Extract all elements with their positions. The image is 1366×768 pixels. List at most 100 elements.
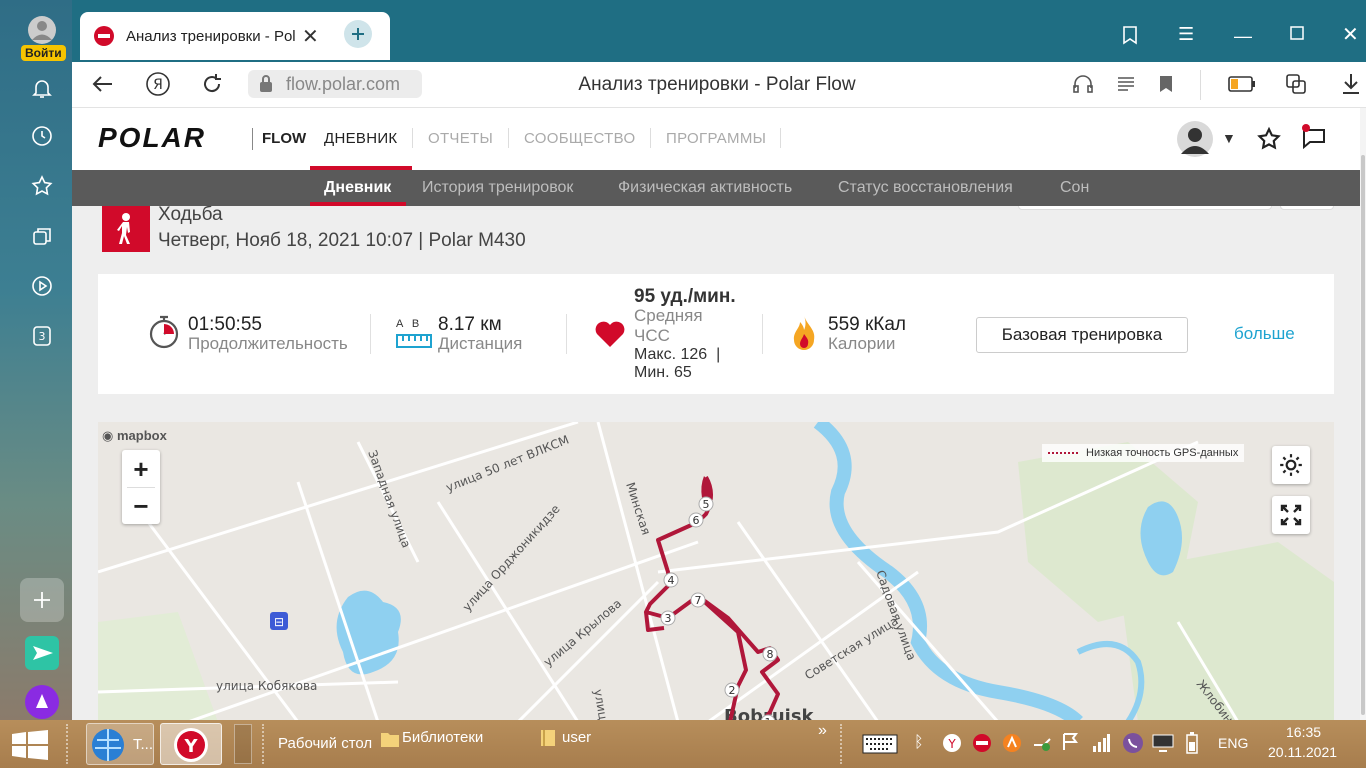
keyboard-language[interactable]: ENG [1218,735,1248,751]
subnav-diary[interactable]: Дневник [324,179,391,197]
bookmarks-star-icon[interactable] [22,166,62,206]
taskbar-yandex-browser[interactable]: Y [160,723,222,765]
tray-network-icon[interactable] [1032,733,1052,758]
taskbar-app-label: Т... [133,736,154,753]
session-date-device: Четверг, Нояб 18, 2021 10:07 | Polar M43… [158,230,526,251]
collections-icon[interactable] [22,216,62,256]
map-canvas[interactable]: Западная улица улица 50 лет ВЛКСМ улица … [98,422,1334,720]
tray-monitor-icon[interactable] [1152,734,1174,757]
windows-taskbar: Т... Y Рабочий стол Библиотеки user » ᛒ … [0,720,1366,768]
polar-logo[interactable]: POLAR [98,122,206,154]
subnav-recovery[interactable]: Статус восстановления [838,179,1013,197]
clock-time[interactable]: 16:35 [1286,724,1321,740]
url-text: flow.polar.com [286,73,401,94]
hr-label-hr: ЧСС [634,326,670,345]
clock-date[interactable]: 20.11.2021 [1268,744,1337,760]
add-panel-icon[interactable] [20,578,64,622]
map-settings-gear-icon[interactable] [1272,446,1310,484]
fullscreen-icon[interactable] [1272,496,1310,534]
counter-badge-icon[interactable]: 3 [22,316,62,356]
taskbar-user[interactable]: user [562,729,591,746]
user-folder-icon [540,728,556,753]
svg-text:5: 5 [703,498,710,511]
metric-divider [566,314,567,354]
mapbox-attribution[interactable]: ◉ mapbox [102,428,167,444]
reload-icon[interactable] [200,72,224,101]
subnav-training-history[interactable]: История тренировок [422,179,573,197]
download-icon[interactable] [1340,72,1362,101]
tray-viber-icon[interactable] [1122,732,1144,759]
zoom-controls: + − [122,450,160,524]
taskbar-grip [262,724,270,764]
user-avatar[interactable] [1176,120,1214,163]
mapbox-logo-icon: ◉ [102,428,114,443]
lock-icon[interactable] [258,74,274,99]
reader-mode-icon[interactable] [1116,74,1136,99]
subnav-sleep[interactable]: Сон [1060,179,1089,197]
base-training-button[interactable]: Базовая тренировка [976,317,1188,353]
back-arrow-icon[interactable] [92,73,114,100]
taskbar-scroll-handle[interactable] [234,724,252,764]
distance-ab-label: A B [396,318,420,330]
more-link[interactable]: больше [1234,324,1295,344]
translate-icon[interactable] [1284,72,1308,101]
login-badge[interactable]: Войти [21,45,66,61]
sync-notification-icon[interactable] [1300,124,1328,157]
profile-avatar-icon[interactable] [22,10,62,50]
tray-flag-icon[interactable] [1062,732,1080,757]
tray-avast-icon[interactable] [1002,733,1022,758]
taskbar-overflow-icon[interactable]: » [818,722,827,740]
bluetooth-icon[interactable]: ᛒ [914,734,924,752]
favorites-star-icon[interactable] [1256,126,1282,157]
windows-start-icon[interactable] [12,730,48,765]
tab-close-icon[interactable]: ✕ [302,24,319,49]
new-tab-plus-icon[interactable] [344,20,372,48]
partial-button[interactable] [1280,206,1334,210]
keyboard-icon[interactable] [862,734,898,759]
close-window-icon[interactable]: ✕ [1342,22,1359,47]
bookmark-tabs-icon[interactable] [1120,24,1140,51]
nav-reports[interactable]: ОТЧЕТЫ [428,130,493,147]
tab-strip: Анализ тренировки - Polar Flow ✕ ☰ — ✕ [72,0,1366,62]
polar-favicon-icon [94,26,114,46]
battery-icon[interactable] [1228,75,1256,98]
video-play-icon[interactable] [22,266,62,306]
tray-red-app-icon[interactable] [972,733,992,758]
minimize-icon[interactable]: — [1234,26,1252,47]
user-menu-chevron-icon[interactable]: ▼ [1222,130,1236,146]
tray-battery-icon[interactable] [1186,732,1198,759]
send-app-icon[interactable] [22,633,62,673]
taskbar-libraries[interactable]: Библиотеки [402,729,483,746]
taskbar-app-1[interactable]: Т... [86,723,154,765]
street-label: Западная улица [365,448,413,549]
partial-dropdown[interactable] [1018,206,1272,210]
route-map[interactable]: Западная улица улица 50 лет ВЛКСМ улица … [98,422,1334,720]
page-scrollbar-thumb[interactable] [1361,155,1365,715]
maximize-icon[interactable] [1290,26,1304,45]
nav-divider [780,128,781,148]
menu-icon[interactable]: ☰ [1178,24,1194,45]
tray-yandex-icon[interactable]: Y [942,733,962,758]
zoom-in-button[interactable]: + [133,451,148,487]
flow-label[interactable]: FLOW [262,130,306,147]
headphones-icon[interactable] [1072,74,1094,99]
bookmark-icon[interactable] [1158,74,1174,99]
session-summary: 01:50:55 Продолжительность A B 8.17 км Д… [98,274,1334,394]
duration-label: Продолжительность [188,334,348,353]
street-label: улица 50 лет ВЛКСМ [444,433,571,495]
polar-header: POLAR FLOW ДНЕВНИК ОТЧЕТЫ СООБЩЕСТВО ПРО… [72,108,1366,170]
tray-signal-icon[interactable] [1092,734,1110,757]
gps-legend-line [1048,452,1078,454]
taskbar-desktop[interactable]: Рабочий стол [278,735,372,752]
alice-assistant-icon[interactable] [22,682,62,722]
bell-icon[interactable] [22,68,62,108]
url-field[interactable]: flow.polar.com [248,70,422,98]
nav-programs[interactable]: ПРОГРАММЫ [666,130,766,147]
yandex-logo-icon[interactable]: Я [145,71,171,102]
gps-legend: Низкая точность GPS-данных [1042,444,1245,462]
nav-diary[interactable]: ДНЕВНИК [324,130,397,147]
subnav-activity[interactable]: Физическая активность [618,179,792,197]
zoom-out-button[interactable]: − [133,488,148,524]
history-clock-icon[interactable] [22,116,62,156]
nav-community[interactable]: СООБЩЕСТВО [524,130,635,147]
